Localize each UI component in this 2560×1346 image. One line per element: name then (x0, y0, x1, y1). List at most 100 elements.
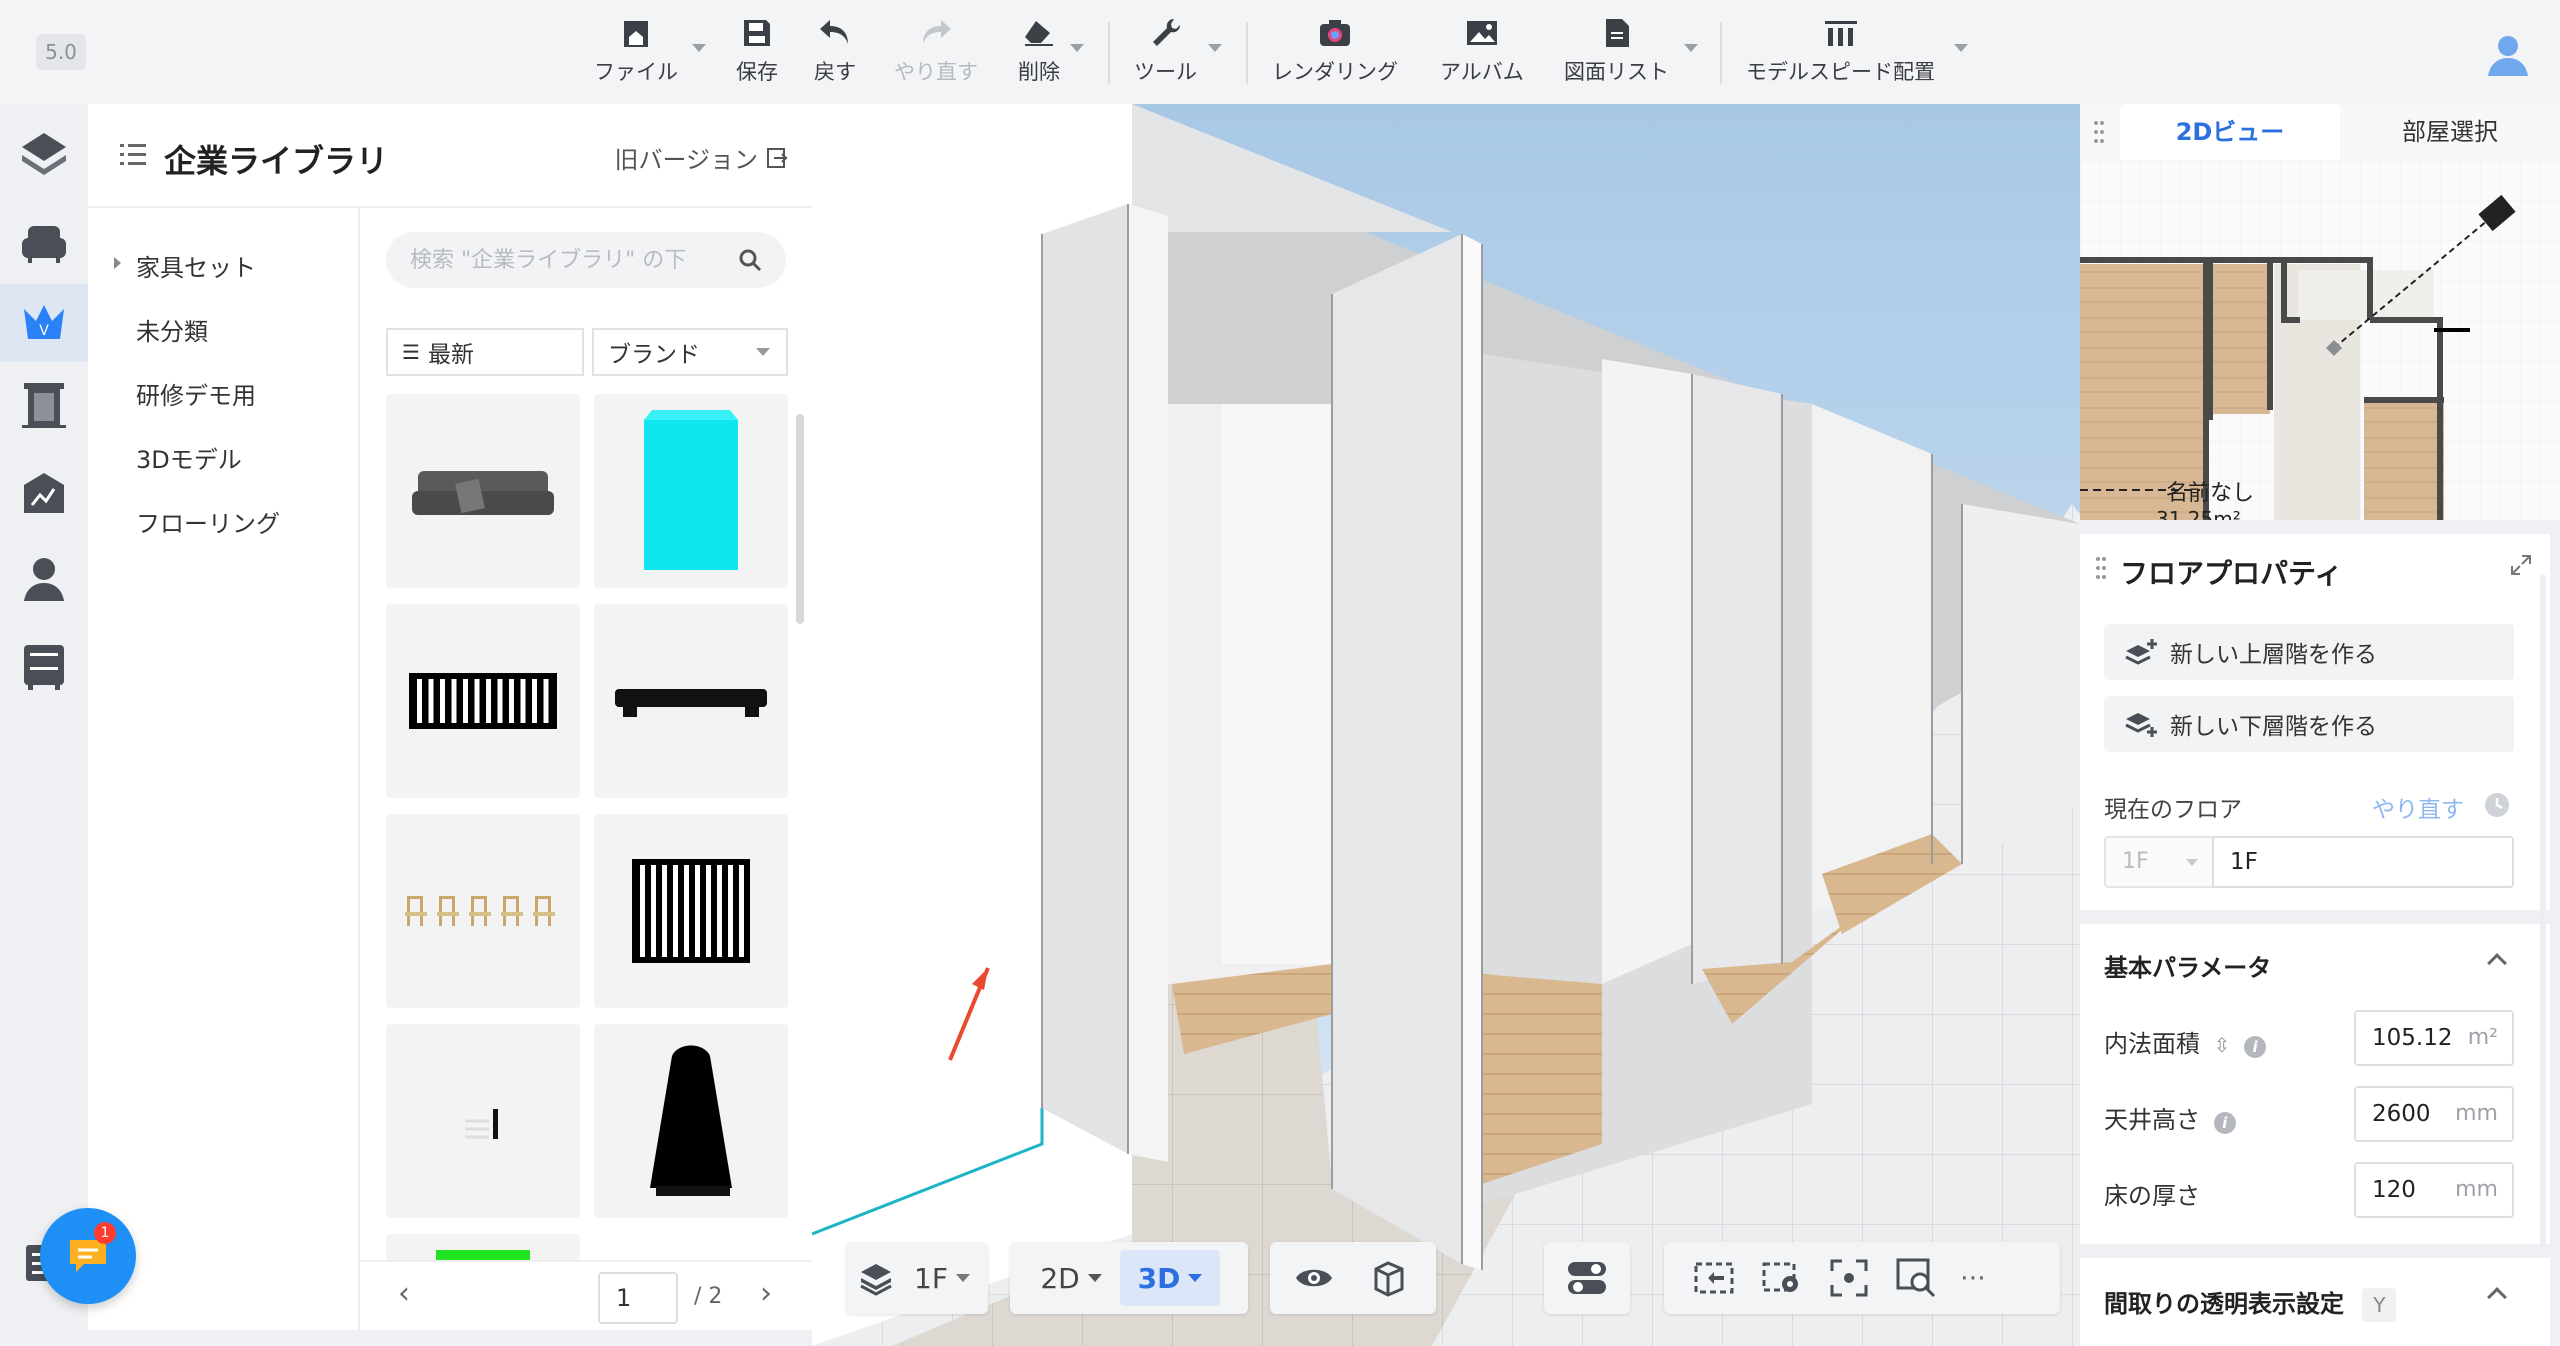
product-card[interactable] (386, 394, 580, 588)
redo-button[interactable]: やり直す (894, 10, 978, 94)
tab-2d-view[interactable]: 2Dビュー (2120, 104, 2340, 160)
screenshot-icon[interactable] (1694, 1260, 1734, 1296)
library-search (386, 232, 786, 288)
area-input[interactable]: 105.12 m² (2354, 1010, 2514, 1066)
grille-slot (463, 679, 468, 723)
save-label: 保存 (736, 60, 778, 84)
black-cone-thumbnail (650, 1045, 732, 1196)
minimap[interactable]: 2Dビュー 部屋選択 名前なし 31.25m² (2080, 104, 2560, 520)
grille-slot (739, 865, 744, 957)
cube-icon[interactable] (1370, 1259, 1408, 1297)
image-icon (1462, 10, 1502, 56)
info-icon[interactable]: i (2213, 1112, 2236, 1134)
category-item[interactable]: 家具セット (114, 248, 256, 283)
eye-icon[interactable] (1294, 1263, 1334, 1293)
category-item[interactable]: フローリング (136, 504, 280, 539)
props-scrollbar[interactable] (2540, 574, 2546, 1254)
more-icon[interactable]: ⋯ (1960, 1263, 1986, 1293)
info-icon[interactable]: i (2244, 1036, 2267, 1058)
product-card[interactable] (594, 604, 788, 798)
product-card[interactable] (594, 1024, 788, 1218)
search-icon[interactable] (738, 248, 762, 272)
user-avatar-icon[interactable] (2484, 30, 2532, 78)
old-version-link[interactable]: 旧バージョン (614, 140, 788, 175)
3d-viewport[interactable]: 1F 2D 3D ⋯ (812, 104, 2080, 1346)
product-card[interactable] (594, 814, 788, 1008)
sort-toggle-icon[interactable]: ⇳ (2214, 1033, 2231, 1057)
rail-cabinet-button[interactable] (0, 628, 88, 706)
file-menu-button[interactable]: ファイル (594, 10, 678, 94)
rail-floorplan-button[interactable] (0, 114, 88, 192)
3d-mode-button[interactable]: 3D (1120, 1250, 1220, 1306)
chair-leg (420, 896, 423, 926)
2d-mode-button[interactable]: 2D (1026, 1250, 1116, 1306)
page-number-input[interactable]: 1 (598, 1272, 678, 1324)
category-item[interactable]: 未分類 (136, 312, 208, 347)
product-card[interactable] (386, 604, 580, 798)
model-speed-layout-label: モデルスピード配置 (1746, 60, 1935, 84)
rail-door-button[interactable] (0, 366, 88, 444)
floor-thickness-input[interactable]: 120 mm (2354, 1162, 2514, 1218)
category-item[interactable]: 3Dモデル (136, 440, 242, 475)
camera-settings-icon[interactable] (1762, 1260, 1802, 1296)
sort-dropdown[interactable]: ☰ 最新 (386, 328, 584, 376)
chevron-down-icon[interactable] (692, 44, 706, 52)
product-card[interactable] (594, 394, 788, 588)
chevron-down-icon[interactable] (1684, 44, 1698, 52)
floor-switcher[interactable]: 1F (846, 1242, 988, 1314)
album-button[interactable]: アルバム (1440, 10, 1524, 94)
chevron-down-icon[interactable] (1954, 44, 1968, 52)
view-mode-switcher: 2D 3D (1010, 1242, 1248, 1314)
chevron-up-icon[interactable] (2487, 953, 2507, 973)
product-card[interactable] (386, 1234, 580, 1260)
redo-link[interactable]: やり直す (2372, 790, 2464, 824)
grille-slot (651, 865, 656, 957)
drag-handle-icon[interactable] (2096, 556, 2106, 580)
drawing-list-button[interactable]: 図面リスト (1564, 10, 1669, 94)
rail-enterprise-library-button[interactable]: V (0, 284, 88, 362)
prev-page-button[interactable]: ‹ (398, 1276, 410, 1311)
clock-icon[interactable] (2484, 792, 2510, 818)
focus-icon[interactable] (1830, 1259, 1868, 1297)
search-input[interactable] (408, 246, 738, 274)
brand-dropdown[interactable]: ブランド (592, 328, 788, 376)
camera-tools: ⋯ (1664, 1242, 2060, 1314)
new-upper-floor-button[interactable]: 新しい上層階を作る (2104, 624, 2514, 680)
floor-select[interactable]: 1F (2104, 836, 2214, 888)
product-card[interactable] (386, 1024, 580, 1218)
tab-room-select[interactable]: 部屋選択 (2340, 104, 2560, 160)
floor-name-input[interactable]: 1F (2212, 836, 2514, 888)
library-header: 企業ライブラリ 旧バージョン (88, 104, 812, 208)
product-card[interactable] (386, 814, 580, 1008)
next-page-button[interactable]: › (760, 1276, 772, 1311)
undo-button[interactable]: 戻す (814, 10, 856, 94)
rail-furniture-button[interactable] (0, 204, 88, 282)
chevron-down-icon[interactable] (1070, 44, 1084, 52)
3d-scene (812, 104, 2080, 1346)
layer-add-down-icon (2125, 713, 2157, 737)
chevron-down-icon[interactable] (1208, 44, 1222, 52)
category-item[interactable]: 研修デモ用 (136, 376, 256, 411)
rendering-label: レンダリング (1272, 60, 1398, 84)
toggle-panel[interactable] (1544, 1242, 1630, 1314)
rail-structure-button[interactable] (0, 454, 88, 532)
chevron-up-icon[interactable] (2487, 1287, 2507, 1307)
chat-button[interactable]: 1 (40, 1208, 136, 1304)
zoom-search-icon[interactable] (1896, 1258, 1938, 1298)
delete-button[interactable]: 削除 (1018, 10, 1060, 94)
model-speed-layout-button[interactable]: モデルスピード配置 (1746, 10, 1935, 94)
ceiling-height-input[interactable]: 2600 mm (2354, 1086, 2514, 1142)
save-button[interactable]: 保存 (736, 10, 778, 94)
delete-label: 削除 (1018, 60, 1060, 84)
library-scrollbar[interactable] (796, 414, 804, 624)
grille-slot (728, 865, 733, 957)
grille-slot (497, 679, 503, 723)
drag-handle-icon[interactable] (2094, 120, 2104, 144)
tools-menu-button[interactable]: ツール (1134, 10, 1197, 94)
list-menu-icon[interactable] (120, 142, 146, 166)
rail-person-button[interactable] (0, 540, 88, 618)
new-lower-floor-button[interactable]: 新しい下層階を作る (2104, 696, 2514, 752)
rendering-button[interactable]: レンダリング (1272, 10, 1398, 94)
expand-icon[interactable] (2510, 554, 2532, 576)
version-badge: 5.0 (36, 34, 86, 70)
